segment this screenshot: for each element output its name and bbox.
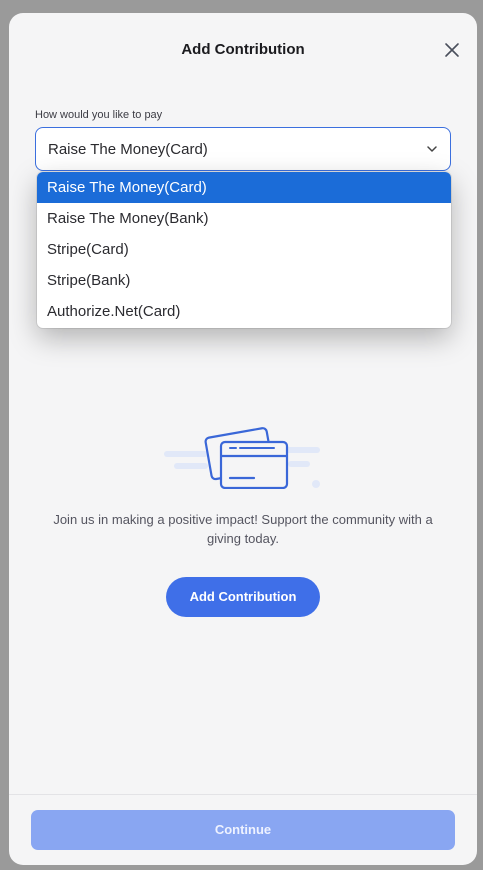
empty-state-description: Join us in making a positive impact! Sup… [53,512,433,546]
payment-method-label: How would you like to pay [35,109,163,121]
footer-divider [9,794,477,795]
payment-option-authorize-net-card[interactable]: Authorize.Net(Card) [37,296,451,327]
credit-cards-icon [164,427,320,489]
modal-title: Add Contribution [181,41,305,58]
continue-button[interactable]: Continue [31,810,455,850]
payment-option-stripe-card[interactable]: Stripe(Card) [37,234,451,265]
payment-method-dropdown: Raise The Money(Card) Raise The Money(Ba… [37,172,451,328]
payment-option-raise-the-money-bank[interactable]: Raise The Money(Bank) [37,203,451,234]
payment-option-stripe-bank[interactable]: Stripe(Bank) [37,265,451,296]
add-contribution-button[interactable]: Add Contribution [166,577,320,617]
close-icon [445,43,459,57]
payment-option-raise-the-money-card[interactable]: Raise The Money(Card) [37,172,451,203]
close-button[interactable] [443,41,461,59]
payment-method-select[interactable]: Raise The Money(Card) [35,127,451,171]
add-contribution-modal: Add Contribution How would you like to p… [9,13,477,865]
chevron-down-icon [427,146,437,152]
payment-method-selected-value: Raise The Money(Card) [48,140,208,158]
